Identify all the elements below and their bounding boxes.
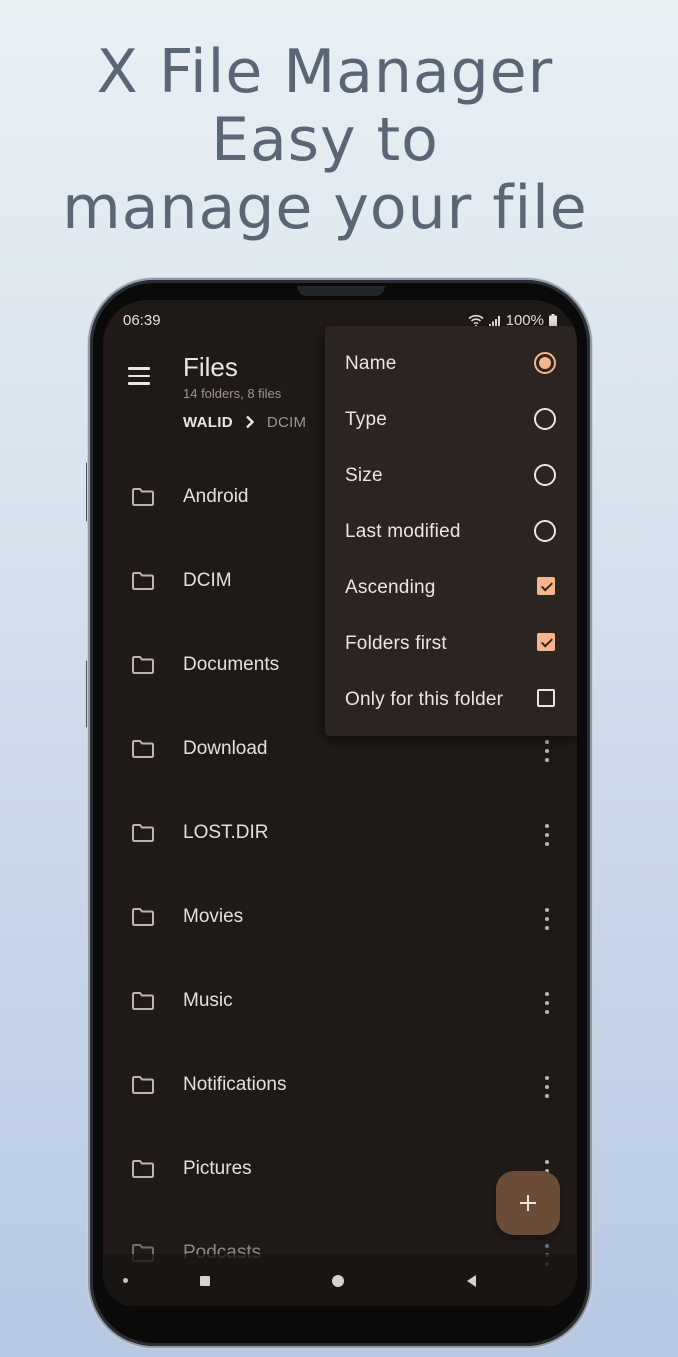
system-nav-bar xyxy=(103,1254,577,1306)
folder-summary: 14 folders, 8 files xyxy=(183,386,282,401)
folder-icon xyxy=(132,740,154,758)
file-name: Notifications xyxy=(183,1074,287,1095)
sort-menu: Name Type Size Last modified Ascending Folder… xyxy=(325,326,577,736)
file-list-item[interactable]: Notifications xyxy=(103,1054,577,1138)
home-button[interactable] xyxy=(332,1275,344,1287)
sort-option-label: Only for this folder xyxy=(345,689,504,710)
promo-line-2: Easy to xyxy=(211,105,439,175)
more-options-icon[interactable] xyxy=(539,1076,555,1098)
file-name: Movies xyxy=(183,906,244,927)
sort-option-label: Last modified xyxy=(345,521,461,542)
breadcrumb: WALID DCIM xyxy=(183,410,306,434)
more-options-icon[interactable] xyxy=(539,824,555,846)
folder-icon xyxy=(132,656,154,674)
back-button[interactable] xyxy=(467,1275,476,1287)
more-options-icon[interactable] xyxy=(539,992,555,1014)
sort-option-folders-first[interactable]: Folders first xyxy=(325,616,577,672)
add-fab-button[interactable] xyxy=(496,1171,560,1235)
sort-option-ascending[interactable]: Ascending xyxy=(325,560,577,616)
checkbox[interactable] xyxy=(537,577,555,595)
sort-option-last-modified[interactable]: Last modified xyxy=(325,504,577,560)
folder-icon xyxy=(132,488,154,506)
folder-icon xyxy=(132,1160,154,1178)
radio-button[interactable] xyxy=(534,408,556,430)
file-name: LOST.DIR xyxy=(183,822,269,843)
file-list-item[interactable]: Movies xyxy=(103,886,577,970)
folder-icon xyxy=(132,908,154,926)
file-name: Music xyxy=(183,990,233,1011)
app-screen: 06:39 100% Files 14 folders, 8 files WAL… xyxy=(103,300,577,1306)
sort-option-name[interactable]: Name xyxy=(325,336,577,392)
folder-icon xyxy=(132,992,154,1010)
sort-option-only-for-this-folder[interactable]: Only for this folder xyxy=(325,672,577,728)
sort-option-type[interactable]: Type xyxy=(325,392,577,448)
sort-option-label: Ascending xyxy=(345,577,436,598)
checkbox[interactable] xyxy=(537,633,555,651)
file-name: DCIM xyxy=(183,570,232,591)
checkbox[interactable] xyxy=(537,689,555,707)
hamburger-menu-icon[interactable] xyxy=(119,358,159,394)
radio-button[interactable] xyxy=(534,464,556,486)
file-name: Android xyxy=(183,486,249,507)
phone-notch xyxy=(297,286,385,296)
sort-option-label: Type xyxy=(345,409,387,430)
file-name: Download xyxy=(183,738,268,759)
promo-line-3: manage your file xyxy=(62,173,588,243)
file-list-item[interactable]: LOST.DIR xyxy=(103,802,577,886)
file-list-item[interactable]: Music xyxy=(103,970,577,1054)
radio-button[interactable] xyxy=(534,352,556,374)
file-name: Pictures xyxy=(183,1158,252,1179)
file-name: Documents xyxy=(183,654,280,675)
more-options-icon[interactable] xyxy=(539,908,555,930)
folder-icon xyxy=(132,572,154,590)
nav-indicator-dot xyxy=(123,1278,128,1283)
page-title: Files xyxy=(183,352,238,382)
sort-option-size[interactable]: Size xyxy=(325,448,577,504)
promo-headline: X File Manager Easy to manage your file xyxy=(0,38,650,242)
promo-line-1: X File Manager xyxy=(96,37,554,107)
sort-option-label: Folders first xyxy=(345,633,447,654)
more-options-icon[interactable] xyxy=(539,740,555,762)
recents-button[interactable] xyxy=(200,1276,210,1286)
breadcrumb-item-root[interactable]: WALID xyxy=(183,414,233,431)
phone-frame: 06:39 100% Files 14 folders, 8 files WAL… xyxy=(90,280,590,1346)
radio-button[interactable] xyxy=(534,520,556,542)
plus-icon xyxy=(520,1195,536,1211)
folder-icon xyxy=(132,824,154,842)
folder-icon xyxy=(132,1076,154,1094)
sort-option-label: Size xyxy=(345,465,383,486)
status-time: 06:39 xyxy=(123,312,161,329)
chevron-right-icon xyxy=(245,415,255,429)
signal-icon xyxy=(488,315,500,327)
breadcrumb-item-current[interactable]: DCIM xyxy=(267,414,307,431)
sort-option-label: Name xyxy=(345,353,397,374)
